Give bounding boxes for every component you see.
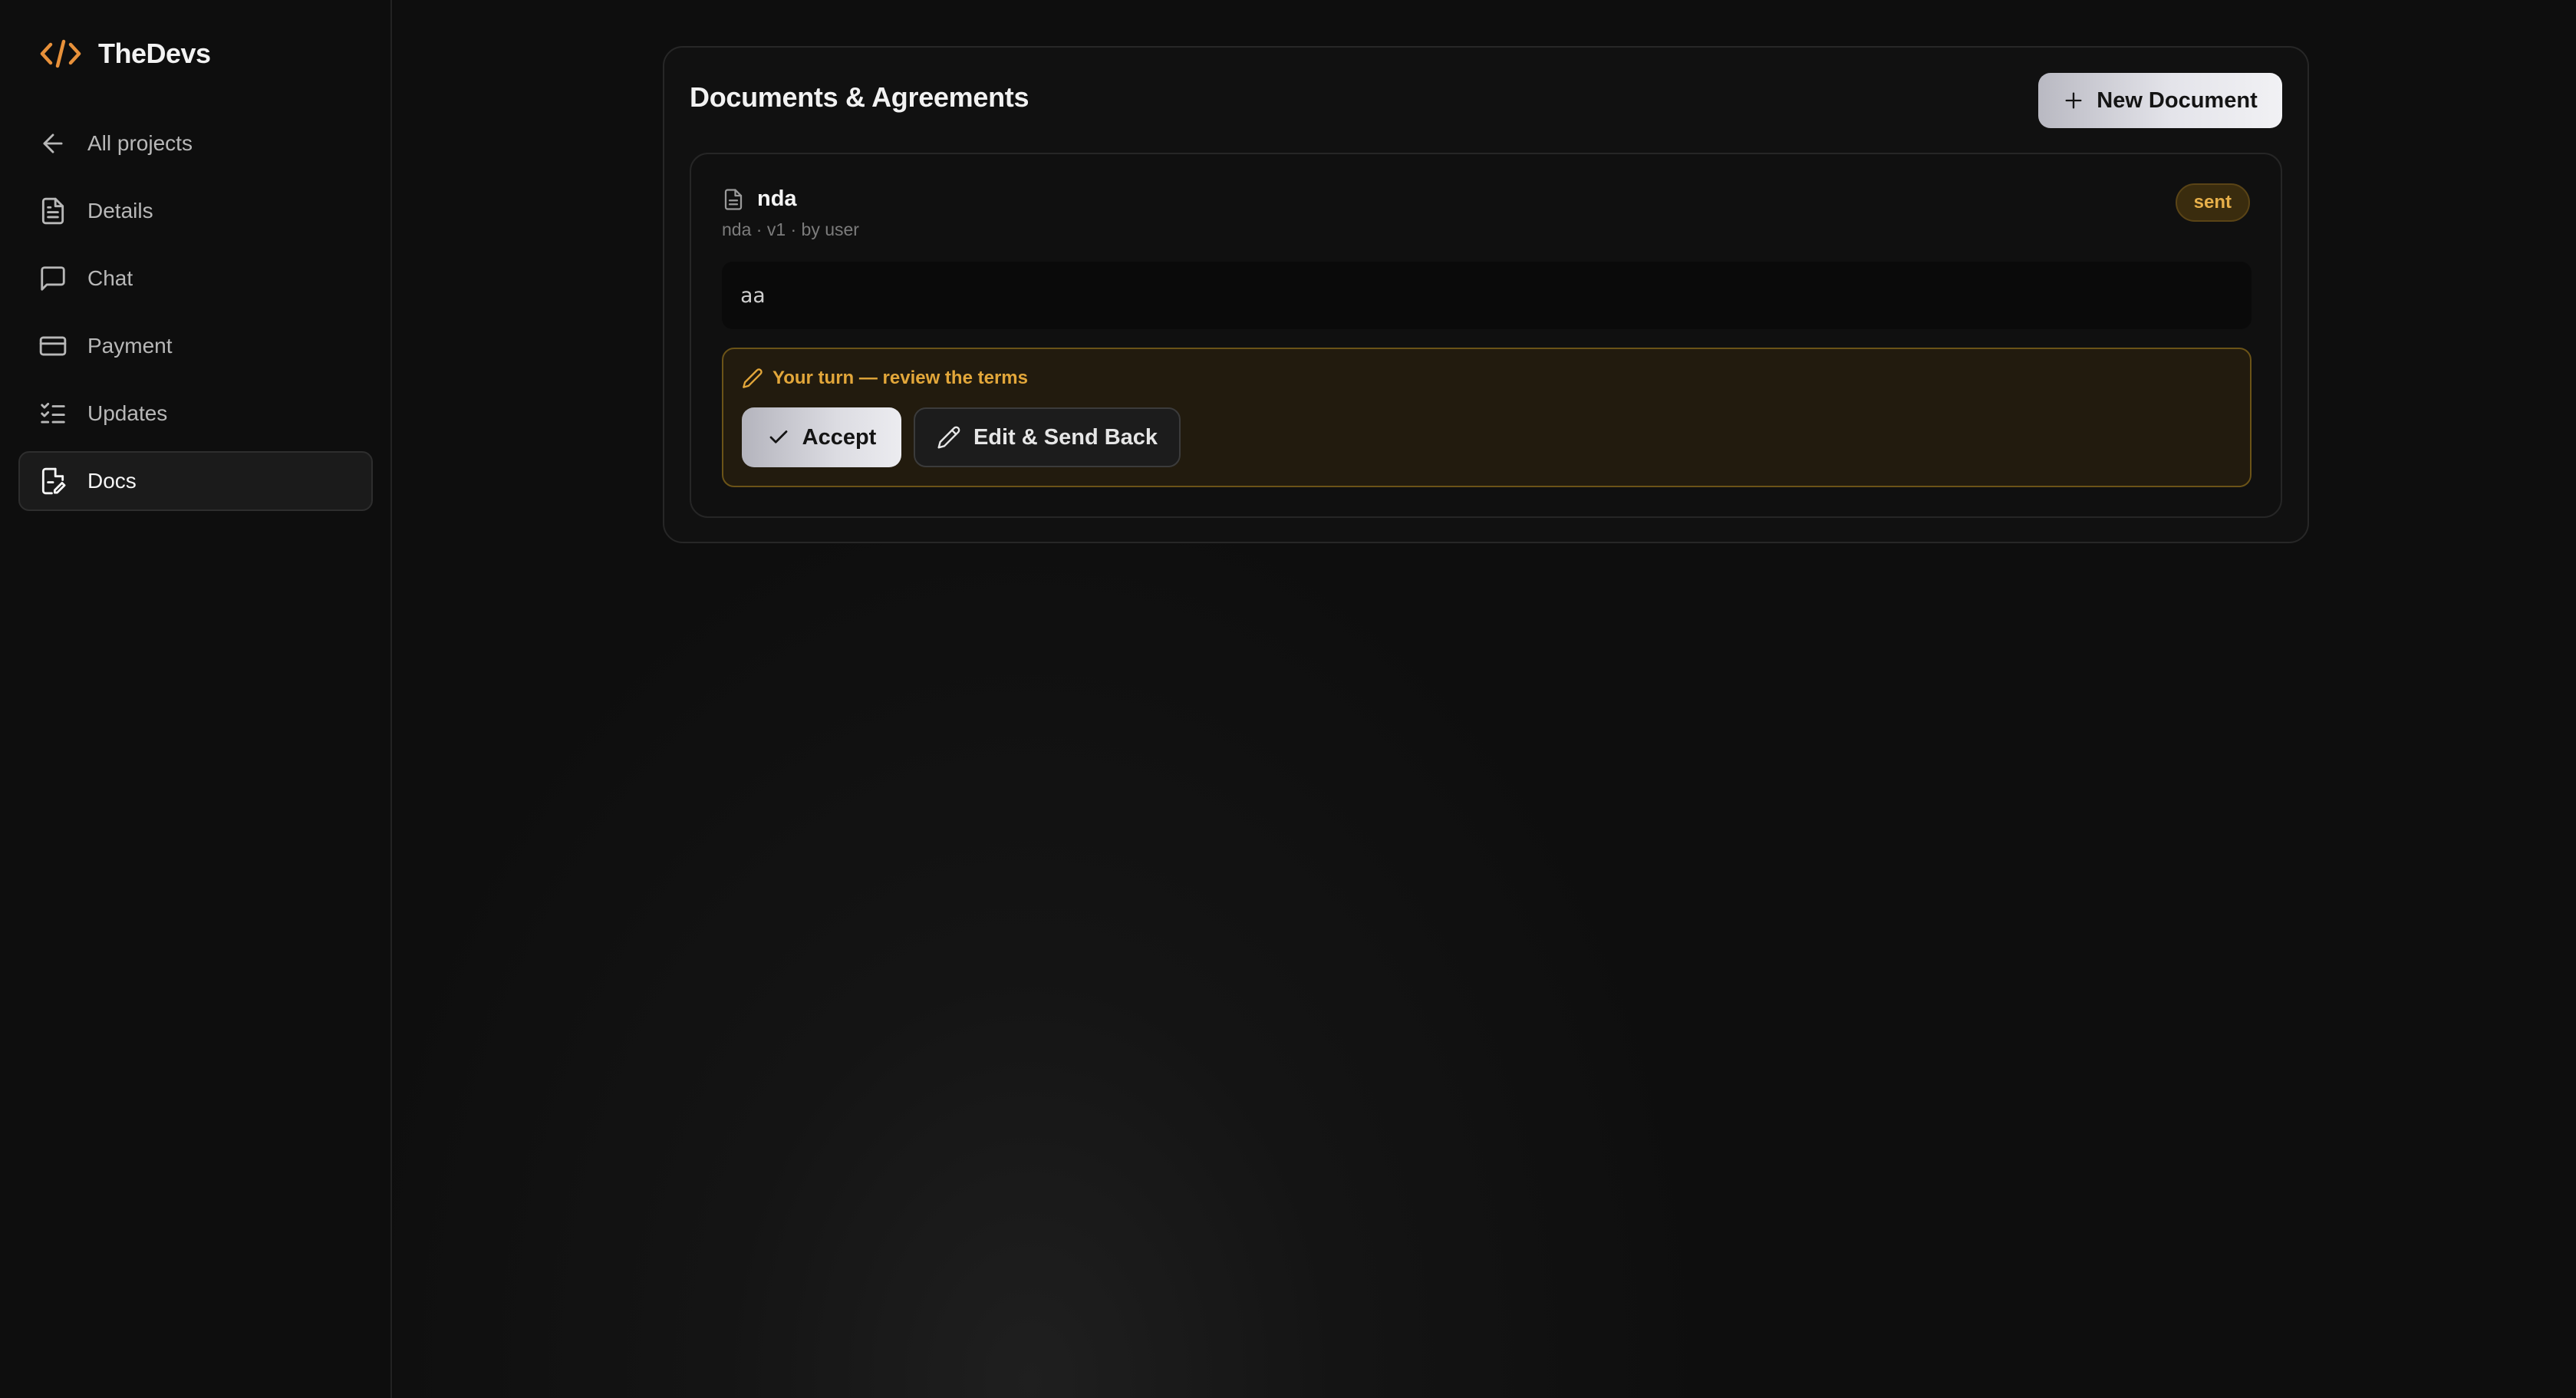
sidebar: TheDevs All projects Details Chat Paymen… [0, 0, 392, 1398]
list-checks-icon [38, 399, 68, 428]
app-root: TheDevs All projects Details Chat Paymen… [0, 0, 2576, 1398]
documents-panel: Documents & Agreements New Document nda … [663, 46, 2309, 543]
edit-send-back-button[interactable]: Edit & Send Back [914, 407, 1181, 467]
document-icon [722, 187, 745, 212]
sidebar-item-docs[interactable]: Docs [18, 451, 373, 511]
new-document-button[interactable]: New Document [2038, 73, 2282, 128]
document-meta: nda · v1 · by user [722, 219, 859, 239]
sidebar-item-all-projects[interactable]: All projects [18, 114, 373, 173]
arrow-left-icon [38, 129, 68, 158]
review-notice-text: Your turn — review the terms [772, 368, 1028, 388]
code-logo-icon [40, 38, 81, 69]
sidebar-item-label: Docs [87, 469, 137, 493]
file-edit-icon [38, 467, 68, 496]
pencil-icon [937, 425, 961, 450]
message-square-icon [38, 264, 68, 293]
sidebar-item-label: Chat [87, 266, 133, 290]
accept-label: Accept [802, 424, 877, 450]
document-header: nda [722, 186, 797, 212]
sidebar-item-payment[interactable]: Payment [18, 316, 373, 376]
file-text-icon [38, 196, 68, 226]
accept-button[interactable]: Accept [742, 407, 901, 467]
credit-card-icon [38, 331, 68, 361]
page-title: Documents & Agreements [690, 81, 1029, 113]
check-icon [767, 426, 790, 449]
sidebar-item-details[interactable]: Details [18, 181, 373, 241]
sidebar-nav: All projects Details Chat Payment Update… [18, 114, 373, 519]
plus-icon [2063, 90, 2084, 111]
sidebar-item-chat[interactable]: Chat [18, 249, 373, 308]
status-badge: sent [2175, 183, 2250, 222]
document-card: nda nda · v1 · by user sent aa Your turn… [690, 153, 2282, 518]
brand[interactable]: TheDevs [40, 35, 211, 72]
brand-name: TheDevs [98, 38, 211, 69]
review-prompt: Your turn — review the terms Accept Edit… [722, 348, 2252, 487]
main-content: Documents & Agreements New Document nda … [394, 0, 2576, 1398]
sidebar-item-label: Updates [87, 401, 168, 425]
sidebar-item-label: Payment [87, 334, 173, 358]
edit-send-back-label: Edit & Send Back [973, 424, 1158, 450]
new-document-label: New Document [2097, 87, 2258, 113]
pencil-icon [742, 368, 763, 389]
review-notice: Your turn — review the terms [742, 368, 1028, 389]
document-name: nda [757, 186, 797, 211]
sidebar-item-updates[interactable]: Updates [18, 384, 373, 443]
sidebar-item-label: All projects [87, 131, 193, 155]
document-content: aa [722, 262, 2252, 329]
sidebar-item-label: Details [87, 199, 153, 223]
